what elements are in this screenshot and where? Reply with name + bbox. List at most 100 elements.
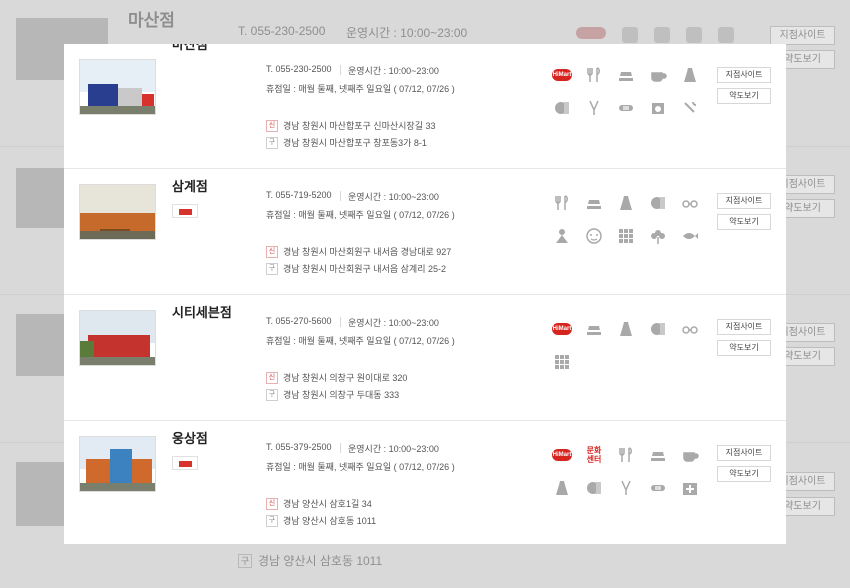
tailor-icon: [584, 99, 604, 117]
fashion-icon: [616, 320, 636, 338]
cafe-icon: [686, 27, 702, 43]
new-address-tag: 신: [266, 497, 278, 510]
new-address-text: 경남 창원시 마산회원구 내서읍 경남대로 927: [283, 247, 452, 257]
old-address-tag: 구: [238, 553, 252, 568]
site-button[interactable]: 지점사이트: [717, 67, 771, 83]
branch-hours: 운영시간 : 10:00~23:00: [348, 318, 439, 328]
branch-hours: 운영시간 : 10:00~23:00: [348, 66, 439, 76]
new-address-text: 경남 양산시 삼호1길 34: [283, 499, 372, 509]
background-store-name: 마산점: [128, 11, 175, 30]
facility-icons: HiMart 문화센터: [552, 446, 708, 497]
store-photo: [79, 184, 156, 240]
cafe-icon: [680, 446, 700, 464]
baby-icon: [584, 227, 604, 245]
glasses-icon: [680, 194, 700, 212]
tailor-icon: [616, 479, 636, 497]
branch-list-modal: 마산점 T. 055-230-2500 운영시간 : 10:00~23:00 휴…: [64, 44, 786, 544]
new-address-text: 경남 창원시 마산합포구 신마산시장길 33: [283, 121, 436, 131]
store-photo: [79, 436, 156, 492]
hmart-badge-icon: HiMart: [552, 66, 572, 84]
restaurant-icon: [584, 66, 604, 84]
branch-row: 웅상점 T. 055-379-2500 운영시간 : 10:00~23:00 휴…: [64, 420, 786, 544]
restaurant-icon: [552, 194, 572, 212]
pharmacy-icon: [648, 320, 668, 338]
old-address-text: 경남 창원시 의창구 두대동 333: [283, 390, 400, 400]
bandage-icon: [616, 99, 636, 117]
map-button[interactable]: 약도보기: [717, 214, 771, 230]
branch-phone: T. 055-719-5200: [266, 190, 332, 200]
bakery-icon: [616, 66, 636, 84]
delivery-icon: [172, 456, 198, 470]
new-address-tag: 신: [266, 119, 278, 132]
store-photo: [79, 310, 156, 366]
restaurant-icon: [616, 446, 636, 464]
old-address-text: 경남 창원시 마산합포구 창포동3가 8-1: [283, 138, 427, 148]
culture-center-icon: 문화센터: [586, 446, 602, 464]
background-old-address: 구 경남 양산시 삼호동 1011: [238, 552, 382, 569]
bakery-icon: [654, 27, 670, 43]
fish-icon: [680, 227, 700, 245]
pharmacy-icon: [552, 99, 572, 117]
branch-name: 마산점: [172, 44, 208, 52]
info-divider: [340, 317, 341, 327]
branch-name: 웅상점: [172, 431, 208, 446]
flower-icon: [648, 227, 668, 245]
new-address: 신 경남 양산시 삼호1길 34: [266, 497, 372, 510]
background-hours: 운영시간 : 10:00~23:00: [346, 26, 468, 40]
old-address-tag: 구: [266, 136, 278, 149]
facility-icons: HiMart: [552, 320, 708, 371]
old-address: 구 경남 창원시 마산회원구 내서읍 삼계리 25-2: [266, 262, 446, 275]
branch-name: 삼계점: [172, 179, 208, 194]
site-button[interactable]: 지점사이트: [717, 445, 771, 461]
laundry-icon: [648, 99, 668, 117]
branch-hours: 운영시간 : 10:00~23:00: [348, 192, 439, 202]
fashion-icon: [680, 66, 700, 84]
old-address: 구 경남 양산시 삼호동 1011: [266, 514, 376, 527]
restaurant-icon: [622, 27, 638, 43]
hmart-badge-icon: [576, 27, 606, 39]
map-button[interactable]: 약도보기: [717, 340, 771, 356]
info-divider: [340, 443, 341, 453]
pharmacy-icon: [584, 479, 604, 497]
branch-phone: T. 055-270-5600: [266, 316, 332, 326]
info-divider: [340, 65, 341, 75]
cafe-icon: [648, 66, 668, 84]
background-phone: T. 055-230-2500: [238, 24, 326, 38]
branch-hours: 운영시간 : 10:00~23:00: [348, 444, 439, 454]
site-button[interactable]: 지점사이트: [717, 319, 771, 335]
background-site-button[interactable]: 지점사이트: [770, 26, 835, 45]
branch-closed-days: 휴점일 : 매월 둘째, 넷째주 일요일 ( 07/12, 07/26 ): [266, 84, 455, 94]
wrench-icon: [680, 99, 700, 117]
glasses-icon: [680, 320, 700, 338]
old-address-tag: 구: [266, 514, 278, 527]
old-address-tag: 구: [266, 388, 278, 401]
fashion-icon: [718, 27, 734, 43]
bakery-icon: [584, 194, 604, 212]
background-facility-icons: [576, 27, 734, 43]
hmart-badge-icon: HiMart: [552, 446, 572, 464]
branch-phone: T. 055-230-2500: [266, 64, 332, 74]
bakery-icon: [584, 320, 604, 338]
bakery-icon: [648, 446, 668, 464]
facility-icons: [552, 194, 708, 245]
branch-row: 시티세븐점 T. 055-270-5600 운영시간 : 10:00~23:00…: [64, 294, 786, 420]
hospital-icon: [680, 479, 700, 497]
map-button[interactable]: 약도보기: [717, 466, 771, 482]
delivery-icon: [172, 204, 198, 218]
old-address-text: 경남 창원시 마산회원구 내서읍 삼계리 25-2: [283, 264, 446, 274]
branch-phone: T. 055-379-2500: [266, 442, 332, 452]
info-divider: [340, 191, 341, 201]
new-address-tag: 신: [266, 371, 278, 384]
grid-icon: [616, 227, 636, 245]
site-button[interactable]: 지점사이트: [717, 193, 771, 209]
fashion-icon: [552, 479, 572, 497]
branch-closed-days: 휴점일 : 매월 둘째, 넷째주 일요일 ( 07/12, 07/26 ): [266, 210, 455, 220]
branch-row: 삼계점 T. 055-719-5200 운영시간 : 10:00~23:00 휴…: [64, 168, 786, 294]
old-address: 구 경남 창원시 마산합포구 창포동3가 8-1: [266, 136, 427, 149]
map-button[interactable]: 약도보기: [717, 88, 771, 104]
fashion-icon: [616, 194, 636, 212]
new-address-tag: 신: [266, 245, 278, 258]
new-address: 신 경남 창원시 마산회원구 내서읍 경남대로 927: [266, 245, 451, 258]
store-photo: [79, 59, 156, 115]
new-address: 신 경남 창원시 의창구 원이대로 320: [266, 371, 407, 384]
